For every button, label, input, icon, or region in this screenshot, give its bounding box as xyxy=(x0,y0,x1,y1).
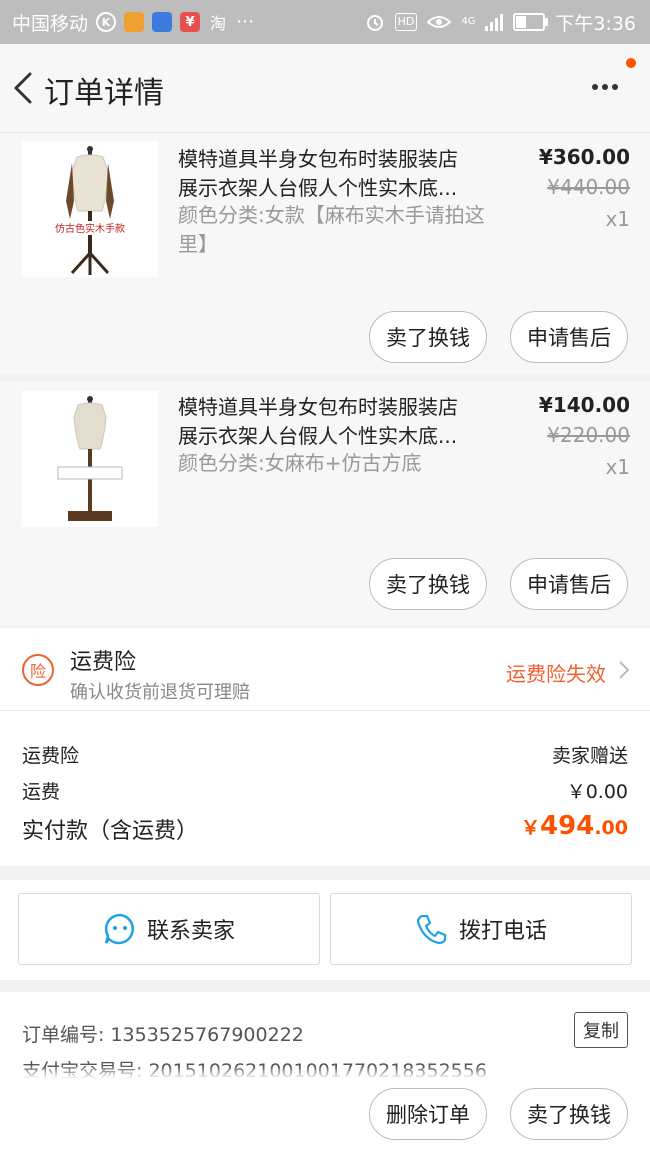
insurance-icon: 险 xyxy=(22,654,54,686)
item-original-price: ¥440.00 xyxy=(547,175,630,199)
clock: 下午3:36 xyxy=(555,12,636,35)
fee-row-total: 实付款（含运费） ￥494.00 xyxy=(22,811,628,845)
yen-app-icon: ¥ xyxy=(180,12,201,32)
insurance-status: 运费险失效 xyxy=(506,662,606,686)
total-integer: 494 xyxy=(540,811,595,841)
after-sale-button[interactable]: 申请售后 xyxy=(510,558,628,610)
item-price: ¥140.00 xyxy=(538,393,630,417)
chat-bubble-icon xyxy=(104,913,134,945)
mannequin-image xyxy=(22,391,158,527)
signal-icon xyxy=(485,13,504,31)
item-quantity: x1 xyxy=(605,455,630,479)
total-decimal: .00 xyxy=(594,817,628,839)
mannequin-image: 仿古色实木手款 xyxy=(22,141,158,277)
taobao-icon: 淘 xyxy=(210,14,227,33)
more-notifications-label: ··· xyxy=(236,11,255,33)
order-number-value: 1353525767900222 xyxy=(110,1024,304,1046)
total-currency: ￥ xyxy=(521,817,541,839)
item-title[interactable]: 模特道具半身女包布时装服装店 展示衣架人台假人个性实木底... xyxy=(178,145,488,203)
thumb-label: 仿古色实木手款 xyxy=(55,222,125,235)
item-title-line2: 展示衣架人台假人个性实木底... xyxy=(178,176,458,200)
copy-button[interactable]: 复制 xyxy=(574,1012,628,1048)
carrier-label: 中国移动 xyxy=(12,12,89,35)
battery-icon xyxy=(513,13,549,31)
more-icon[interactable] xyxy=(592,84,620,92)
item-sku: 颜色分类:女麻布+仿古方底 xyxy=(178,451,422,475)
item-sku: 颜色分类:女款【麻布实木手请拍这里】 xyxy=(178,203,485,256)
order-number-row: 订单编号: 1353525767900222 xyxy=(22,1020,304,1047)
item-price: ¥360.00 xyxy=(538,145,630,169)
k-icon: K xyxy=(96,12,117,32)
item-original-price: ¥220.00 xyxy=(547,423,630,447)
sell-button[interactable]: 卖了换钱 xyxy=(369,558,487,610)
eye-icon xyxy=(427,16,452,28)
page-title: 订单详情 xyxy=(44,76,164,111)
fee-value: ￥0.00 xyxy=(566,781,628,803)
baidu-icon xyxy=(152,12,173,32)
alarm-icon xyxy=(366,15,383,31)
chevron-right-icon xyxy=(619,661,630,679)
contact-bar: 联系卖家 拨打电话 xyxy=(0,880,650,980)
fee-label: 运费险 xyxy=(22,745,80,767)
notification-dot xyxy=(626,58,636,68)
product-image[interactable] xyxy=(22,391,158,527)
phone-icon xyxy=(416,914,447,945)
hd-icon: HD xyxy=(394,13,418,31)
after-sale-button[interactable]: 申请售后 xyxy=(510,311,628,363)
item-title-line1: 模特道具半身女包布时装服装店 xyxy=(178,395,458,419)
total-amount: ￥494.00 xyxy=(521,811,628,841)
fee-row-shipping: 运费 ￥0.00 xyxy=(22,777,628,804)
fee-summary: 运费险 卖家赠送 运费 ￥0.00 实付款（含运费） ￥494.00 xyxy=(0,711,650,866)
order-number-label: 订单编号: xyxy=(22,1024,105,1046)
nav-bar: 订单详情 xyxy=(0,44,650,133)
back-arrow-icon[interactable] xyxy=(8,66,44,110)
order-item-card[interactable]: 仿古色实木手款 模特道具半身女包布时装服装店 展示衣架人台假人个性实木底... … xyxy=(0,133,650,375)
item-title-line1: 模特道具半身女包布时装服装店 xyxy=(178,147,458,171)
call-phone-button[interactable]: 拨打电话 xyxy=(330,893,632,965)
fee-label: 运费 xyxy=(22,781,61,803)
fee-value: 卖家赠送 xyxy=(551,745,628,767)
item-title-line2: 展示衣架人台假人个性实木底... xyxy=(178,424,458,448)
insurance-title: 运费险 xyxy=(70,650,137,675)
network-type-label: 4G xyxy=(461,16,476,27)
contact-seller-button[interactable]: 联系卖家 xyxy=(18,893,320,965)
app-notify-icon xyxy=(124,12,145,32)
sell-button[interactable]: 卖了换钱 xyxy=(369,311,487,363)
fee-row-insurance: 运费险 卖家赠送 xyxy=(22,741,628,768)
call-phone-label: 拨打电话 xyxy=(458,919,547,944)
order-item-card[interactable]: 模特道具半身女包布时装服装店 展示衣架人台假人个性实木底... 颜色分类:女麻布… xyxy=(0,381,650,625)
status-bar: 中国移动 K ¥ 淘 ··· HD 4G 下午3:36 xyxy=(0,0,650,44)
contact-seller-label: 联系卖家 xyxy=(146,919,235,944)
total-label: 实付款（含运费） xyxy=(22,819,199,844)
item-title[interactable]: 模特道具半身女包布时装服装店 展示衣架人台假人个性实木底... xyxy=(178,393,488,451)
item-quantity: x1 xyxy=(605,207,630,231)
shipping-insurance-row[interactable]: 险 运费险 确认收货前退货可理赔 运费险失效 xyxy=(0,628,650,711)
delete-order-button[interactable]: 删除订单 xyxy=(369,1088,487,1140)
insurance-subtitle: 确认收货前退货可理赔 xyxy=(70,682,250,703)
product-image[interactable]: 仿古色实木手款 xyxy=(22,141,158,277)
order-info: 订单编号: 1353525767900222 复制 支付宝交易号: 201510… xyxy=(0,992,650,1156)
sell-button[interactable]: 卖了换钱 xyxy=(510,1088,628,1140)
